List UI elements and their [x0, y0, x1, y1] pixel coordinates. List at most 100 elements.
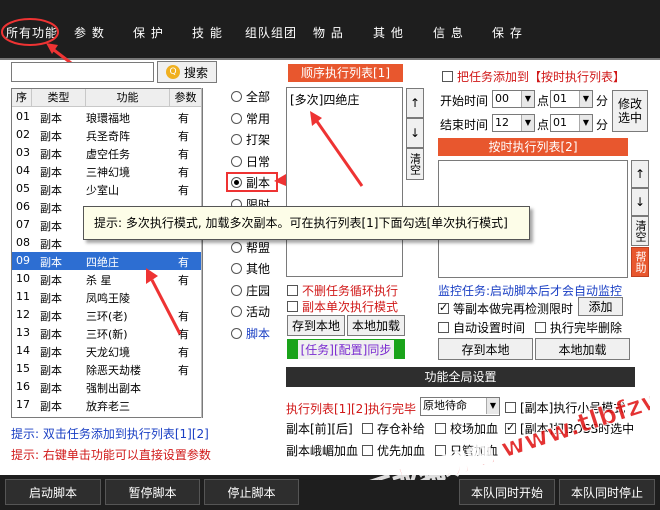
- team-start-button[interactable]: 本队同时开始: [459, 479, 555, 505]
- table-cell: 13: [16, 326, 30, 339]
- category-radio[interactable]: 常用: [231, 110, 270, 127]
- category-radio-label: 脚本: [246, 326, 271, 341]
- col-header-function[interactable]: 功能: [86, 89, 170, 107]
- menu-save[interactable]: 保 存: [492, 24, 523, 41]
- tooltip: 提示: 多次执行模式, 加载多次副本。可在执行列表[1]下面勾选[单次执行模式]: [83, 206, 530, 240]
- menu-protect[interactable]: 保 护: [133, 24, 164, 41]
- start-min-select[interactable]: 01 ▼: [550, 90, 593, 108]
- global-settings-header: 功能全局设置: [286, 367, 635, 387]
- end-hour-select[interactable]: 12 ▼: [492, 114, 535, 132]
- chk-school-heal[interactable]: 校场加血: [435, 420, 498, 437]
- monitor-add-button[interactable]: 添加: [578, 297, 623, 316]
- table-cell: 杀 星: [86, 274, 112, 287]
- chk-no-delete-loop[interactable]: 不删任务循环执行: [287, 282, 398, 299]
- chk-priority-heal[interactable]: 优先加血: [362, 442, 425, 459]
- timed-clear-button[interactable]: 清空: [631, 216, 649, 246]
- table-cell: 14: [16, 344, 30, 357]
- category-radio[interactable]: 打架: [231, 131, 270, 148]
- pause-script-button[interactable]: 暂停脚本: [105, 479, 200, 505]
- category-radio[interactable]: 全部: [231, 88, 270, 105]
- table-row[interactable]: 03 副本 虚空任务 有: [12, 144, 202, 162]
- sequence-save-local-button[interactable]: 存到本地: [287, 315, 345, 336]
- start-hour-value: 00: [495, 92, 509, 105]
- category-radio[interactable]: 日常: [231, 153, 270, 170]
- chk-auto-time[interactable]: 自动设置时间: [438, 319, 525, 336]
- chk-storage-supply[interactable]: 存仓补给: [362, 420, 425, 437]
- chk-after-done-delete[interactable]: 执行完毕删除: [535, 319, 622, 336]
- search-button[interactable]: Q 搜索: [157, 61, 217, 83]
- chk-single-mode[interactable]: 副本单次执行模式: [287, 298, 398, 315]
- stop-script-button[interactable]: 停止脚本: [204, 479, 299, 505]
- after-done-select[interactable]: 原地待命 ▼: [420, 397, 500, 416]
- table-row[interactable]: 05 副本 少室山 有: [12, 180, 202, 198]
- monitor-save-local-button[interactable]: 存到本地: [438, 338, 533, 360]
- category-radio[interactable]: 脚本: [231, 325, 270, 342]
- sync-button[interactable]: [任务][配置]同步: [287, 339, 405, 359]
- sequence-up-button[interactable]: ↑: [406, 88, 424, 118]
- category-radio[interactable]: 活动: [231, 303, 270, 320]
- end-min-select[interactable]: 01 ▼: [550, 114, 593, 132]
- menu-skills[interactable]: 技 能: [192, 24, 223, 41]
- chk-boss-team-label: [副本]打BOSS时选中: [520, 422, 635, 436]
- table-cell: 副本: [40, 310, 62, 323]
- table-cell: 少室山: [86, 184, 119, 197]
- table-cell: 16: [16, 380, 30, 393]
- table-row[interactable]: 04 副本 三神幻境 有: [12, 162, 202, 180]
- modify-selected-button[interactable]: 修改选中: [612, 90, 648, 132]
- menu-info[interactable]: 信 息: [433, 24, 464, 41]
- category-radio-label: 帮盟: [246, 240, 271, 255]
- chk-boss-team[interactable]: [副本]打BOSS时选中: [505, 420, 634, 437]
- category-radio[interactable]: 其他: [231, 260, 270, 277]
- menu-items[interactable]: 物 品: [313, 24, 344, 41]
- timed-down-button[interactable]: ↓: [631, 188, 649, 216]
- col-header-index[interactable]: 序: [12, 89, 32, 107]
- table-row[interactable]: 16 副本 强制出副本: [12, 378, 202, 396]
- table-cell: 副本: [40, 202, 62, 215]
- annotation-arrow-list: [310, 111, 364, 187]
- table-row[interactable]: 14 副本 天龙幻境 有: [12, 342, 202, 360]
- sequence-load-local-button[interactable]: 本地加载: [347, 315, 405, 336]
- sequence-list-header: 顺序执行列表[1]: [288, 64, 403, 82]
- monitor-load-local-button[interactable]: 本地加载: [535, 338, 630, 360]
- sequence-down-button[interactable]: ↓: [406, 118, 424, 148]
- table-row[interactable]: 02 副本 兵圣奇阵 有: [12, 126, 202, 144]
- table-cell: 08: [16, 236, 30, 249]
- table-row[interactable]: 17 副本 放弃老三: [12, 396, 202, 414]
- table-cell: 三神幻境: [86, 166, 130, 179]
- table-cell: 副本: [40, 328, 62, 341]
- table-row[interactable]: 15 副本 除恶天劫楼 有: [12, 360, 202, 378]
- help-button[interactable]: 帮助: [631, 247, 649, 277]
- category-radio[interactable]: 帮盟: [231, 239, 270, 256]
- table-scrollbar[interactable]: [201, 88, 202, 418]
- chk-only-heal-label: 只管加血: [450, 444, 499, 458]
- function-table[interactable]: 序 类型 功能 参数 01 副本 琅環福地有 02 副本 兵圣奇阵有 03 副本 虚空任务有 04…: [11, 88, 203, 418]
- search-input[interactable]: [11, 62, 154, 82]
- radio-icon: [231, 134, 242, 145]
- menu-other[interactable]: 其 他: [373, 24, 404, 41]
- start-hour-select[interactable]: 00 ▼: [492, 90, 535, 108]
- table-cell: 强制出副本: [86, 382, 141, 395]
- checkbox-checked-icon: [438, 301, 449, 314]
- radio-icon: [231, 263, 242, 274]
- team-stop-button[interactable]: 本队同时停止: [559, 479, 655, 505]
- timed-up-button[interactable]: ↑: [631, 160, 649, 188]
- table-row[interactable]: 01 副本 琅環福地 有: [12, 108, 202, 126]
- checkbox-icon: [535, 322, 546, 333]
- chk-wait-limited[interactable]: 等副本做完再检测限时: [438, 300, 573, 317]
- table-cell: 琅環福地: [86, 112, 130, 125]
- radio-icon: [231, 241, 242, 253]
- table-cell: 副本: [40, 220, 62, 233]
- chk-small-mode[interactable]: [副本]执行小号模式: [505, 399, 625, 416]
- chk-only-heal[interactable]: 只管加血: [435, 442, 498, 459]
- table-cell: 有: [178, 148, 189, 161]
- chk-add-to-timed[interactable]: 把任务添加到【按时执行列表】: [442, 68, 625, 85]
- col-header-param[interactable]: 参数: [170, 89, 202, 107]
- sequence-clear-button[interactable]: 清空: [406, 148, 424, 180]
- category-radio[interactable]: 庄园: [231, 282, 270, 299]
- timed-list-header: 按时执行列表[2]: [438, 138, 628, 156]
- table-cell: 12: [16, 308, 30, 321]
- menu-team[interactable]: 组队组团: [245, 24, 297, 41]
- col-header-type[interactable]: 类型: [32, 89, 86, 107]
- start-script-button[interactable]: 启动脚本: [5, 479, 101, 505]
- hint-double-click: 提示: 双击任务添加到执行列表[1][2]: [11, 427, 209, 441]
